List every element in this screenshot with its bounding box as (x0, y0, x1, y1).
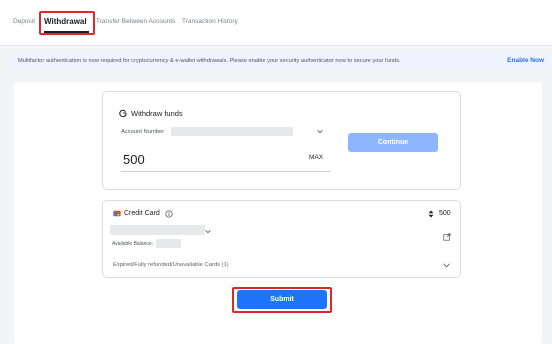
credit-card-label: Credit Card (124, 210, 160, 217)
sort-icon[interactable] (428, 210, 434, 218)
chevron-down-icon[interactable] (204, 228, 212, 235)
credit-card-icon (113, 210, 121, 217)
account-number-select[interactable] (171, 127, 293, 136)
max-button[interactable]: MAX (309, 154, 323, 161)
credit-card-amount[interactable]: 500 (439, 210, 451, 217)
chevron-down-icon[interactable] (442, 262, 451, 269)
available-balance-label: Available Balance: (112, 241, 154, 247)
continue-button[interactable]: Continue (348, 133, 438, 152)
account-number-label: Account Number (121, 129, 165, 135)
withdraw-title: Withdraw funds (131, 109, 183, 118)
amount-input[interactable] (121, 148, 330, 172)
submit-button[interactable]: Submit (237, 290, 327, 309)
info-icon[interactable] (165, 210, 173, 218)
mfa-banner: Multifactor authentication is now requir… (10, 53, 550, 70)
chevron-down-icon[interactable] (316, 128, 324, 135)
external-link-icon[interactable] (443, 233, 451, 241)
banner-text: Multifactor authentication is now requir… (18, 58, 401, 64)
tab-transfer-between-accounts[interactable]: Transfer Between Accounts (96, 18, 175, 25)
enable-now-link[interactable]: Enable Now (507, 57, 544, 64)
card-number-select[interactable] (110, 225, 205, 235)
available-balance-value (156, 239, 181, 248)
highlight-box-withdrawal (39, 11, 95, 35)
tab-deposit[interactable]: Deposit (13, 18, 35, 25)
expired-cards-toggle[interactable]: Expired/Fully refunded/Unavailable Cards… (113, 262, 229, 268)
withdraw-icon (119, 109, 127, 117)
tab-bar: Deposit Withdrawal Transfer Between Acco… (0, 0, 552, 46)
tab-transaction-history[interactable]: Transaction History (182, 18, 238, 25)
